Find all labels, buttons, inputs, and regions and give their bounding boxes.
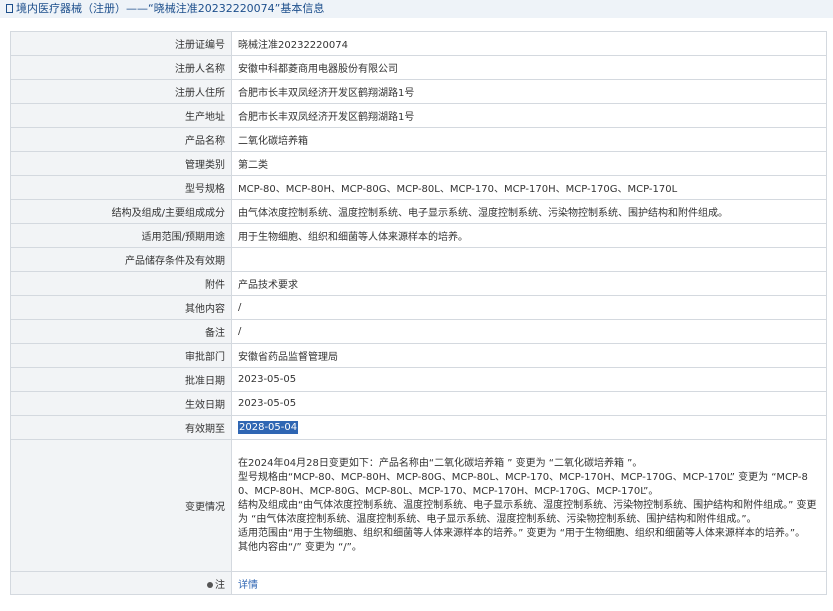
- table-row: 生产地址 合肥市长丰双凤经济开发区鹤翔湖路1号: [10, 103, 827, 128]
- info-table: 注册证编号 晓械注准20232220074 注册人名称 安徽中科都菱商用电器股份…: [10, 31, 827, 595]
- note-value: 详情: [231, 571, 827, 595]
- field-label: 附件: [10, 271, 232, 296]
- field-value: /: [231, 319, 827, 344]
- table-row: 附件 产品技术要求: [10, 271, 827, 296]
- field-value: 第二类: [231, 151, 827, 176]
- note-label: 注: [10, 571, 232, 595]
- change-label: 变更情况: [10, 439, 232, 572]
- field-value: 二氧化碳培养箱: [231, 127, 827, 152]
- field-label: 注册人住所: [10, 79, 232, 104]
- field-label: 其他内容: [10, 295, 232, 320]
- field-label: 管理类别: [10, 151, 232, 176]
- note-label-text: 注: [215, 579, 225, 591]
- table-row: 产品储存条件及有效期: [10, 247, 827, 272]
- document-icon: [6, 4, 13, 13]
- table-row: 有效期至 2028-05-04: [10, 415, 827, 440]
- field-label: 型号规格: [10, 175, 232, 200]
- field-label: 备注: [10, 319, 232, 344]
- note-row: 注 详情: [10, 571, 827, 595]
- field-label: 产品名称: [10, 127, 232, 152]
- page-title: 境内医疗器械（注册）——“晓械注准20232220074”基本信息: [16, 2, 325, 15]
- change-line: 在2024年04月28日变更如下：产品名称由“二氧化碳培养箱 ” 变更为 “二氧…: [238, 457, 643, 469]
- field-label: 有效期至: [10, 415, 232, 440]
- field-label: 注册证编号: [10, 31, 232, 56]
- field-value: 合肥市长丰双凤经济开发区鹤翔湖路1号: [231, 103, 827, 128]
- table-row: 结构及组成/主要组成成分 由气体浓度控制系统、温度控制系统、电子显示系统、湿度控…: [10, 199, 827, 224]
- field-value: 合肥市长丰双凤经济开发区鹤翔湖路1号: [231, 79, 827, 104]
- table-row: 注册证编号 晓械注准20232220074: [10, 31, 827, 56]
- field-label: 生产地址: [10, 103, 232, 128]
- change-line: 结构及组成由“由气体浓度控制系统、温度控制系统、电子显示系统、湿度控制系统、污染…: [238, 499, 817, 525]
- field-label: 注册人名称: [10, 55, 232, 80]
- table-row: 型号规格 MCP-80、MCP-80H、MCP-80G、MCP-80L、MCP-…: [10, 175, 827, 200]
- page-header: 境内医疗器械（注册）——“晓械注准20232220074”基本信息: [0, 0, 833, 18]
- field-value: 2023-05-05: [231, 391, 827, 416]
- table-row: 注册人住所 合肥市长丰双凤经济开发区鹤翔湖路1号: [10, 79, 827, 104]
- table-row: 备注 /: [10, 319, 827, 344]
- field-label: 结构及组成/主要组成成分: [10, 199, 232, 224]
- field-label: 审批部门: [10, 343, 232, 368]
- table-row: 生效日期 2023-05-05: [10, 391, 827, 416]
- field-value: /: [231, 295, 827, 320]
- change-line: 型号规格由“MCP-80、MCP-80H、MCP-80G、MCP-80L、MCP…: [238, 471, 808, 497]
- change-line: 其他内容由“/” 变更为 “/”。: [238, 541, 362, 553]
- detail-link[interactable]: 详情: [238, 580, 258, 591]
- field-value: 晓械注准20232220074: [231, 31, 827, 56]
- selected-text-highlight[interactable]: 2028-05-04: [238, 421, 299, 434]
- field-value: 2023-05-05: [231, 367, 827, 392]
- field-value-selected[interactable]: 2028-05-04: [231, 415, 827, 440]
- lightbulb-icon: [207, 581, 213, 588]
- change-value: 在2024年04月28日变更如下：产品名称由“二氧化碳培养箱 ” 变更为 “二氧…: [231, 439, 827, 572]
- table-row: 其他内容 /: [10, 295, 827, 320]
- field-value: MCP-80、MCP-80H、MCP-80G、MCP-80L、MCP-170、M…: [231, 175, 827, 200]
- field-value: 产品技术要求: [231, 271, 827, 296]
- field-value: [231, 247, 827, 272]
- table-row: 产品名称 二氧化碳培养箱: [10, 127, 827, 152]
- field-value: 用于生物细胞、组织和细菌等人体来源样本的培养。: [231, 223, 827, 248]
- table-row: 审批部门 安徽省药品监督管理局: [10, 343, 827, 368]
- table-row: 批准日期 2023-05-05: [10, 367, 827, 392]
- table-row: 注册人名称 安徽中科都菱商用电器股份有限公司: [10, 55, 827, 80]
- field-label: 批准日期: [10, 367, 232, 392]
- table-row: 适用范围/预期用途 用于生物细胞、组织和细菌等人体来源样本的培养。: [10, 223, 827, 248]
- field-label: 生效日期: [10, 391, 232, 416]
- field-label: 适用范围/预期用途: [10, 223, 232, 248]
- change-row: 变更情况 在2024年04月28日变更如下：产品名称由“二氧化碳培养箱 ” 变更…: [10, 439, 827, 572]
- field-value: 由气体浓度控制系统、温度控制系统、电子显示系统、湿度控制系统、污染物控制系统、围…: [231, 199, 827, 224]
- field-value: 安徽中科都菱商用电器股份有限公司: [231, 55, 827, 80]
- change-line: 适用范围由“用于生物细胞、组织和细菌等人体来源样本的培养。” 变更为 “用于生物…: [238, 527, 806, 539]
- field-label: 产品储存条件及有效期: [10, 247, 232, 272]
- field-value: 安徽省药品监督管理局: [231, 343, 827, 368]
- table-row: 管理类别 第二类: [10, 151, 827, 176]
